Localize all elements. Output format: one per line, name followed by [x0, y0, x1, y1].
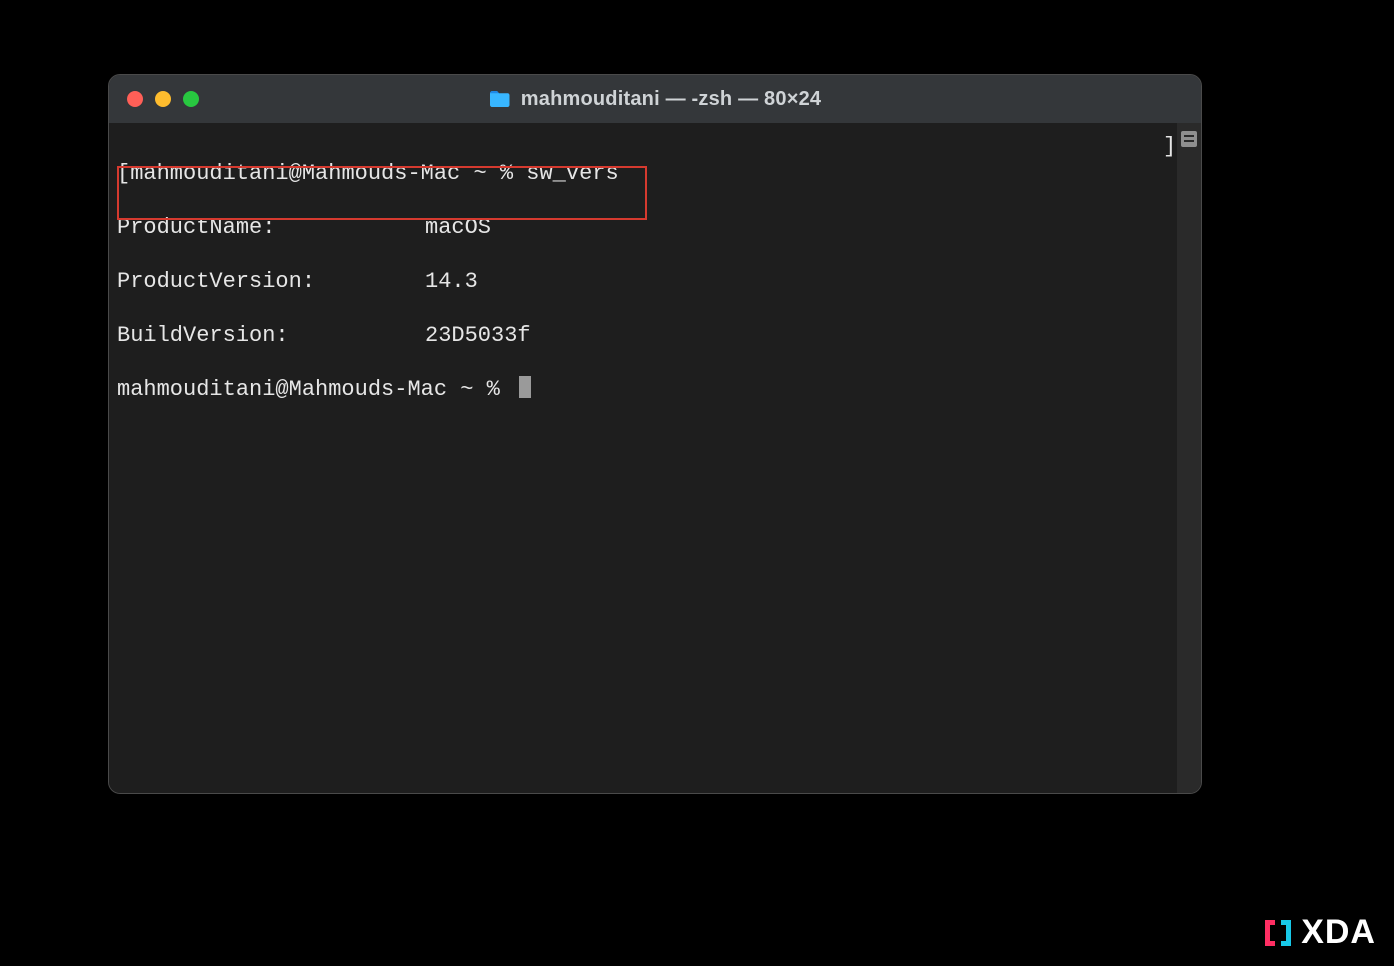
window-title: mahmouditani — -zsh — 80×24	[521, 88, 821, 111]
maximize-button[interactable]	[183, 91, 199, 107]
scrollbar-track[interactable]: ]	[1177, 123, 1201, 793]
output-value: 23D5033f	[425, 323, 531, 348]
minimize-button[interactable]	[155, 91, 171, 107]
close-button[interactable]	[127, 91, 143, 107]
output-value: macOS	[425, 215, 491, 240]
xda-logo-icon	[1261, 916, 1295, 950]
title-center: mahmouditani — -zsh — 80×24	[109, 88, 1201, 111]
prompt-open-bracket: [	[117, 161, 130, 186]
command-text: sw_vers	[526, 161, 618, 186]
prompt-text: mahmouditani@Mahmouds-Mac ~ %	[130, 161, 526, 186]
prompt-close-bracket: ]	[1163, 133, 1176, 160]
xda-watermark: XDA	[1261, 913, 1376, 952]
terminal-content-wrap[interactable]: [mahmouditani@Mahmouds-Mac ~ % sw_vers P…	[109, 123, 1177, 793]
terminal-content[interactable]: [mahmouditani@Mahmouds-Mac ~ % sw_vers P…	[109, 123, 1177, 467]
scroll-indicator-icon	[1181, 131, 1197, 147]
output-key: ProductName:	[117, 214, 425, 241]
xda-watermark-text: XDA	[1301, 913, 1376, 952]
prompt-text: mahmouditani@Mahmouds-Mac ~ %	[117, 377, 513, 402]
output-key: ProductVersion:	[117, 268, 425, 295]
titlebar[interactable]: mahmouditani — -zsh — 80×24	[109, 75, 1201, 123]
cursor-block	[519, 376, 531, 398]
output-key: BuildVersion:	[117, 322, 425, 349]
terminal-body: [mahmouditani@Mahmouds-Mac ~ % sw_vers P…	[109, 123, 1201, 793]
stage: mahmouditani — -zsh — 80×24 [mahmouditan…	[0, 0, 1394, 966]
terminal-window: mahmouditani — -zsh — 80×24 [mahmouditan…	[108, 74, 1202, 794]
output-value: 14.3	[425, 269, 478, 294]
folder-icon	[489, 90, 511, 108]
traffic-lights	[127, 91, 199, 107]
